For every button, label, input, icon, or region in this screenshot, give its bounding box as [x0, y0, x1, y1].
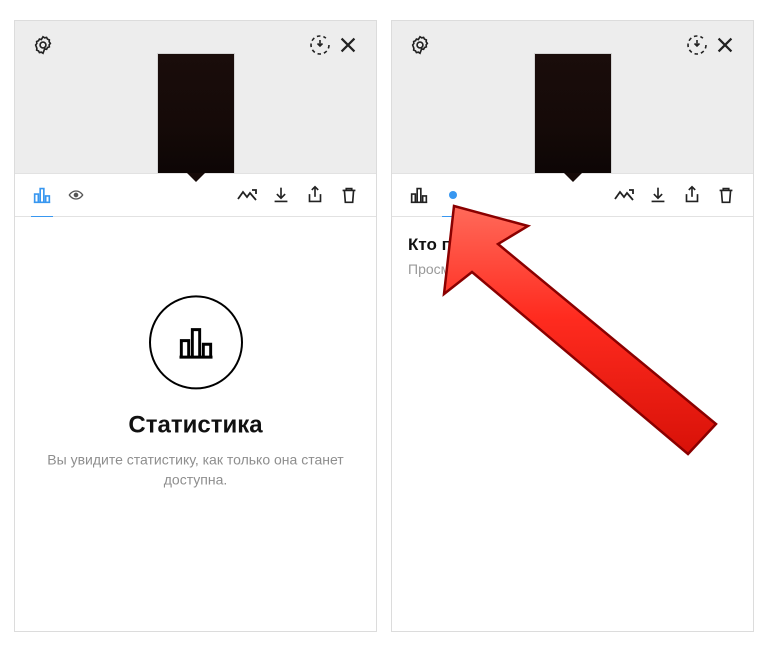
- insights-heading: Статистика: [43, 411, 348, 439]
- promote-icon[interactable]: [607, 173, 641, 217]
- share-icon[interactable]: [675, 173, 709, 217]
- download-icon[interactable]: [641, 173, 675, 217]
- close-icon[interactable]: [711, 31, 739, 59]
- close-icon[interactable]: [334, 31, 362, 59]
- story-thumbnail[interactable]: [157, 53, 235, 173]
- insights-chart-icon: [149, 295, 243, 389]
- download-icon[interactable]: [264, 173, 298, 217]
- settings-icon[interactable]: [406, 31, 434, 59]
- insights-empty-state: Статистика Вы увидите статистику, как то…: [15, 217, 376, 631]
- story-thumbnail[interactable]: [534, 53, 612, 173]
- story-header: [15, 21, 376, 173]
- screenshot-right: Кто посмо Просмотров по: [391, 20, 754, 632]
- viewers-panel: Кто посмо Просмотров по: [392, 217, 753, 631]
- tab-insights[interactable]: [25, 173, 59, 217]
- insights-subtext: Вы увидите статистику, как только она ст…: [43, 449, 348, 490]
- story-header: [392, 21, 753, 173]
- screenshot-left: Статистика Вы увидите статистику, как то…: [14, 20, 377, 632]
- save-to-highlights-icon[interactable]: [683, 31, 711, 59]
- promote-icon[interactable]: [230, 173, 264, 217]
- delete-icon[interactable]: [332, 173, 366, 217]
- viewers-heading: Кто посмо: [408, 235, 737, 255]
- share-icon[interactable]: [298, 173, 332, 217]
- delete-icon[interactable]: [709, 173, 743, 217]
- tab-viewers[interactable]: [436, 173, 470, 217]
- save-to-highlights-icon[interactable]: [306, 31, 334, 59]
- tab-viewers[interactable]: [59, 173, 93, 217]
- viewers-subtext: Просмотров по: [408, 261, 737, 277]
- settings-icon[interactable]: [29, 31, 57, 59]
- tab-insights[interactable]: [402, 173, 436, 217]
- eye-dot-icon: [449, 191, 457, 199]
